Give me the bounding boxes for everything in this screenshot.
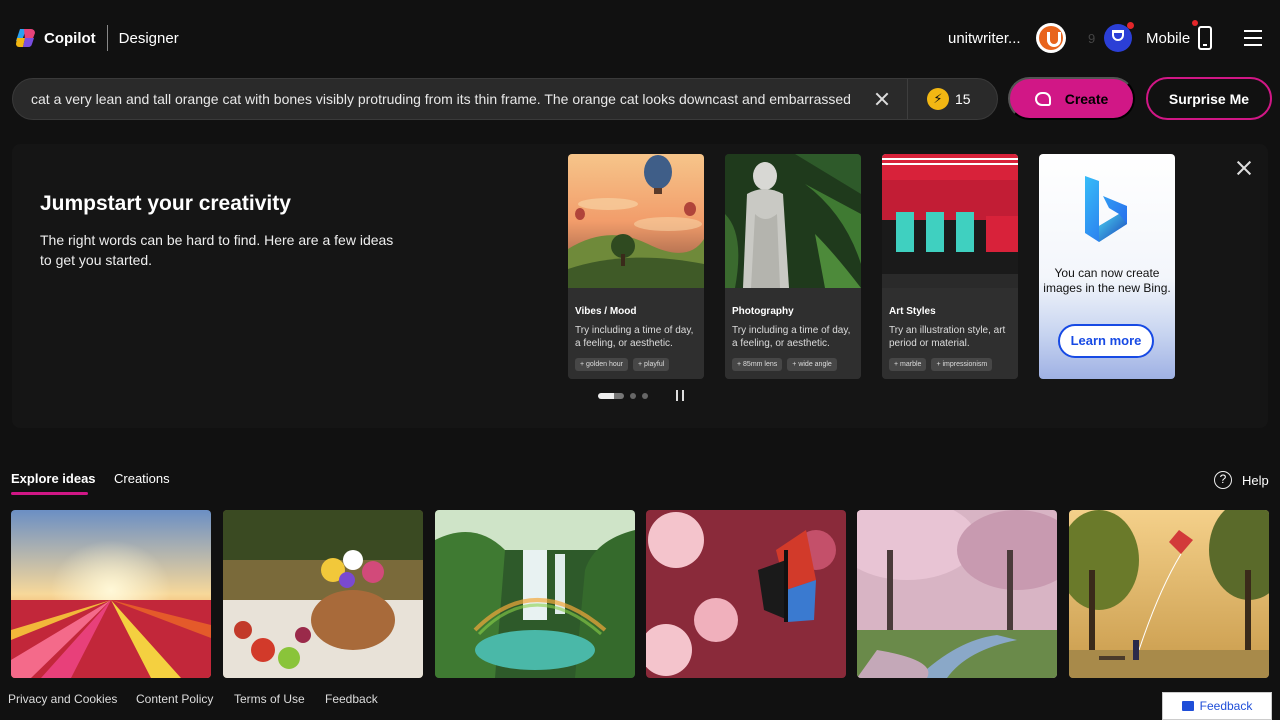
mobile-notification-dot [1192, 20, 1198, 26]
footer-link-privacy[interactable]: Privacy and Cookies [8, 692, 117, 706]
chip-playful[interactable]: + playful [633, 358, 670, 371]
boost-count: 15 [955, 91, 971, 107]
jumpstart-title: Jumpstart your creativity [40, 192, 291, 215]
carousel-progress [614, 393, 624, 399]
idea-card-body: Photography Try including a time of day,… [725, 298, 861, 379]
idea-card-body: Vibes / Mood Try including a time of day… [568, 298, 704, 379]
idea-card-title: Art Styles [889, 306, 936, 317]
bing-promo-card: You can now create images in the new Bin… [1039, 154, 1175, 379]
tab-explore-ideas[interactable]: Explore ideas [11, 471, 96, 486]
bing-logo-icon [1081, 176, 1131, 244]
carousel-indicators [598, 393, 648, 399]
idea-card-vibes[interactable]: Vibes / Mood Try including a time of day… [568, 154, 704, 379]
prompt-bar: cat a very lean and tall orange cat with… [12, 78, 998, 120]
gallery-image-waterfall[interactable] [435, 510, 635, 678]
avatar[interactable] [1036, 23, 1066, 53]
footer-link-terms[interactable]: Terms of Use [234, 692, 305, 706]
statue-plants-image [725, 154, 861, 288]
idea-card-body: Art Styles Try an illustration style, ar… [882, 298, 1018, 379]
create-icon [1034, 91, 1051, 106]
pause-icon[interactable] [676, 390, 684, 401]
phone-icon [1198, 26, 1213, 50]
reward-count: 9 [1088, 31, 1096, 46]
chip-marble[interactable]: + marble [889, 358, 927, 371]
top-header: Copilot Designer unitwriter... 9 Mobile [0, 0, 1280, 76]
idea-card-title: Photography [732, 306, 794, 317]
help-label: Help [1242, 472, 1269, 488]
idea-card-photography[interactable]: Photography Try including a time of day,… [725, 154, 861, 379]
idea-card-text: Try including a time of day, a feeling, … [575, 325, 694, 349]
mobile-label: Mobile [1146, 29, 1191, 47]
mobile-button[interactable]: Mobile [1146, 20, 1213, 56]
picnic-basket-image [223, 510, 423, 678]
jumpstart-description: The right words can be hard to find. Her… [40, 232, 394, 268]
feedback-label: Feedback [1199, 699, 1253, 713]
bing-promo-text: You can now create images in the new Bin… [1043, 266, 1171, 295]
jumpstart-panel: Jumpstart your creativity The right word… [12, 144, 1268, 428]
idea-card-title: Vibes / Mood [575, 306, 637, 317]
notification-dot [1127, 22, 1134, 29]
butterfly-blossom-image [646, 510, 846, 678]
idea-card-text: Try an illustration style, art period or… [889, 325, 1006, 349]
active-tab-indicator [11, 492, 88, 495]
prompt-input[interactable]: cat a very lean and tall orange cat with… [31, 91, 879, 111]
footer: Privacy and Cookies Content Policy Terms… [0, 678, 1280, 720]
product-name: Designer [118, 29, 179, 47]
surprise-label: Surprise Me [1168, 90, 1250, 107]
cherry-blossom-park-image [857, 510, 1057, 678]
prompt-divider [907, 79, 908, 119]
rewards-trophy-icon[interactable] [1104, 22, 1134, 52]
user-name[interactable]: unitwriter... [948, 30, 1021, 47]
gallery-image-cherry-park[interactable] [857, 510, 1057, 678]
chip-impressionism[interactable]: + impressionism [931, 358, 993, 371]
boost-coin-icon[interactable]: ⚡ [927, 88, 949, 110]
avatar-badge-icon [1039, 26, 1063, 50]
brand-name: Copilot [44, 29, 96, 47]
tulip-field-sunset-image [11, 510, 211, 678]
chip-golden-hour[interactable]: + golden hour [575, 358, 629, 371]
feedback-chat-icon [1181, 701, 1194, 711]
gallery-image-butterfly[interactable] [646, 510, 846, 678]
clear-prompt-icon[interactable] [873, 90, 891, 108]
prompt-text: cat a very lean and tall orange cat with… [31, 91, 851, 107]
surprise-me-button[interactable]: Surprise Me [1146, 77, 1272, 120]
create-button[interactable]: Create [1008, 77, 1135, 120]
waterfall-rainbow-image [435, 510, 635, 678]
copilot-logo-icon [14, 26, 38, 50]
hamburger-menu-icon[interactable] [1244, 30, 1262, 46]
learn-more-button[interactable]: Learn more [1058, 324, 1154, 358]
footer-link-feedback[interactable]: Feedback [325, 692, 378, 706]
help-link[interactable]: ? Help [1214, 471, 1269, 489]
brand[interactable]: Copilot Designer [14, 25, 179, 51]
brand-divider [106, 25, 108, 51]
idea-card-art-styles[interactable]: Art Styles Try an illustration style, ar… [882, 154, 1018, 379]
carousel-dot[interactable] [630, 393, 636, 399]
idea-card-text: Try including a time of day, a feeling, … [732, 325, 851, 349]
chip-wide-angle[interactable]: + wide angle [787, 358, 837, 371]
create-label: Create [1064, 90, 1109, 107]
feedback-button[interactable]: Feedback [1162, 692, 1272, 720]
gallery-image-kite-park[interactable] [1069, 510, 1269, 678]
carousel-dot[interactable] [642, 393, 648, 399]
help-question-icon: ? [1214, 471, 1232, 489]
close-panel-icon[interactable] [1236, 160, 1252, 176]
gallery-image-picnic[interactable] [223, 510, 423, 678]
kite-park-image [1069, 510, 1269, 678]
tab-creations[interactable]: Creations [114, 471, 170, 486]
chip-85mm-lens[interactable]: + 85mm lens [732, 358, 783, 371]
gas-station-art-image [882, 154, 1018, 288]
gallery-image-tulips[interactable] [11, 510, 211, 678]
balloons-landscape-image [568, 154, 704, 288]
footer-link-content-policy[interactable]: Content Policy [136, 692, 213, 706]
